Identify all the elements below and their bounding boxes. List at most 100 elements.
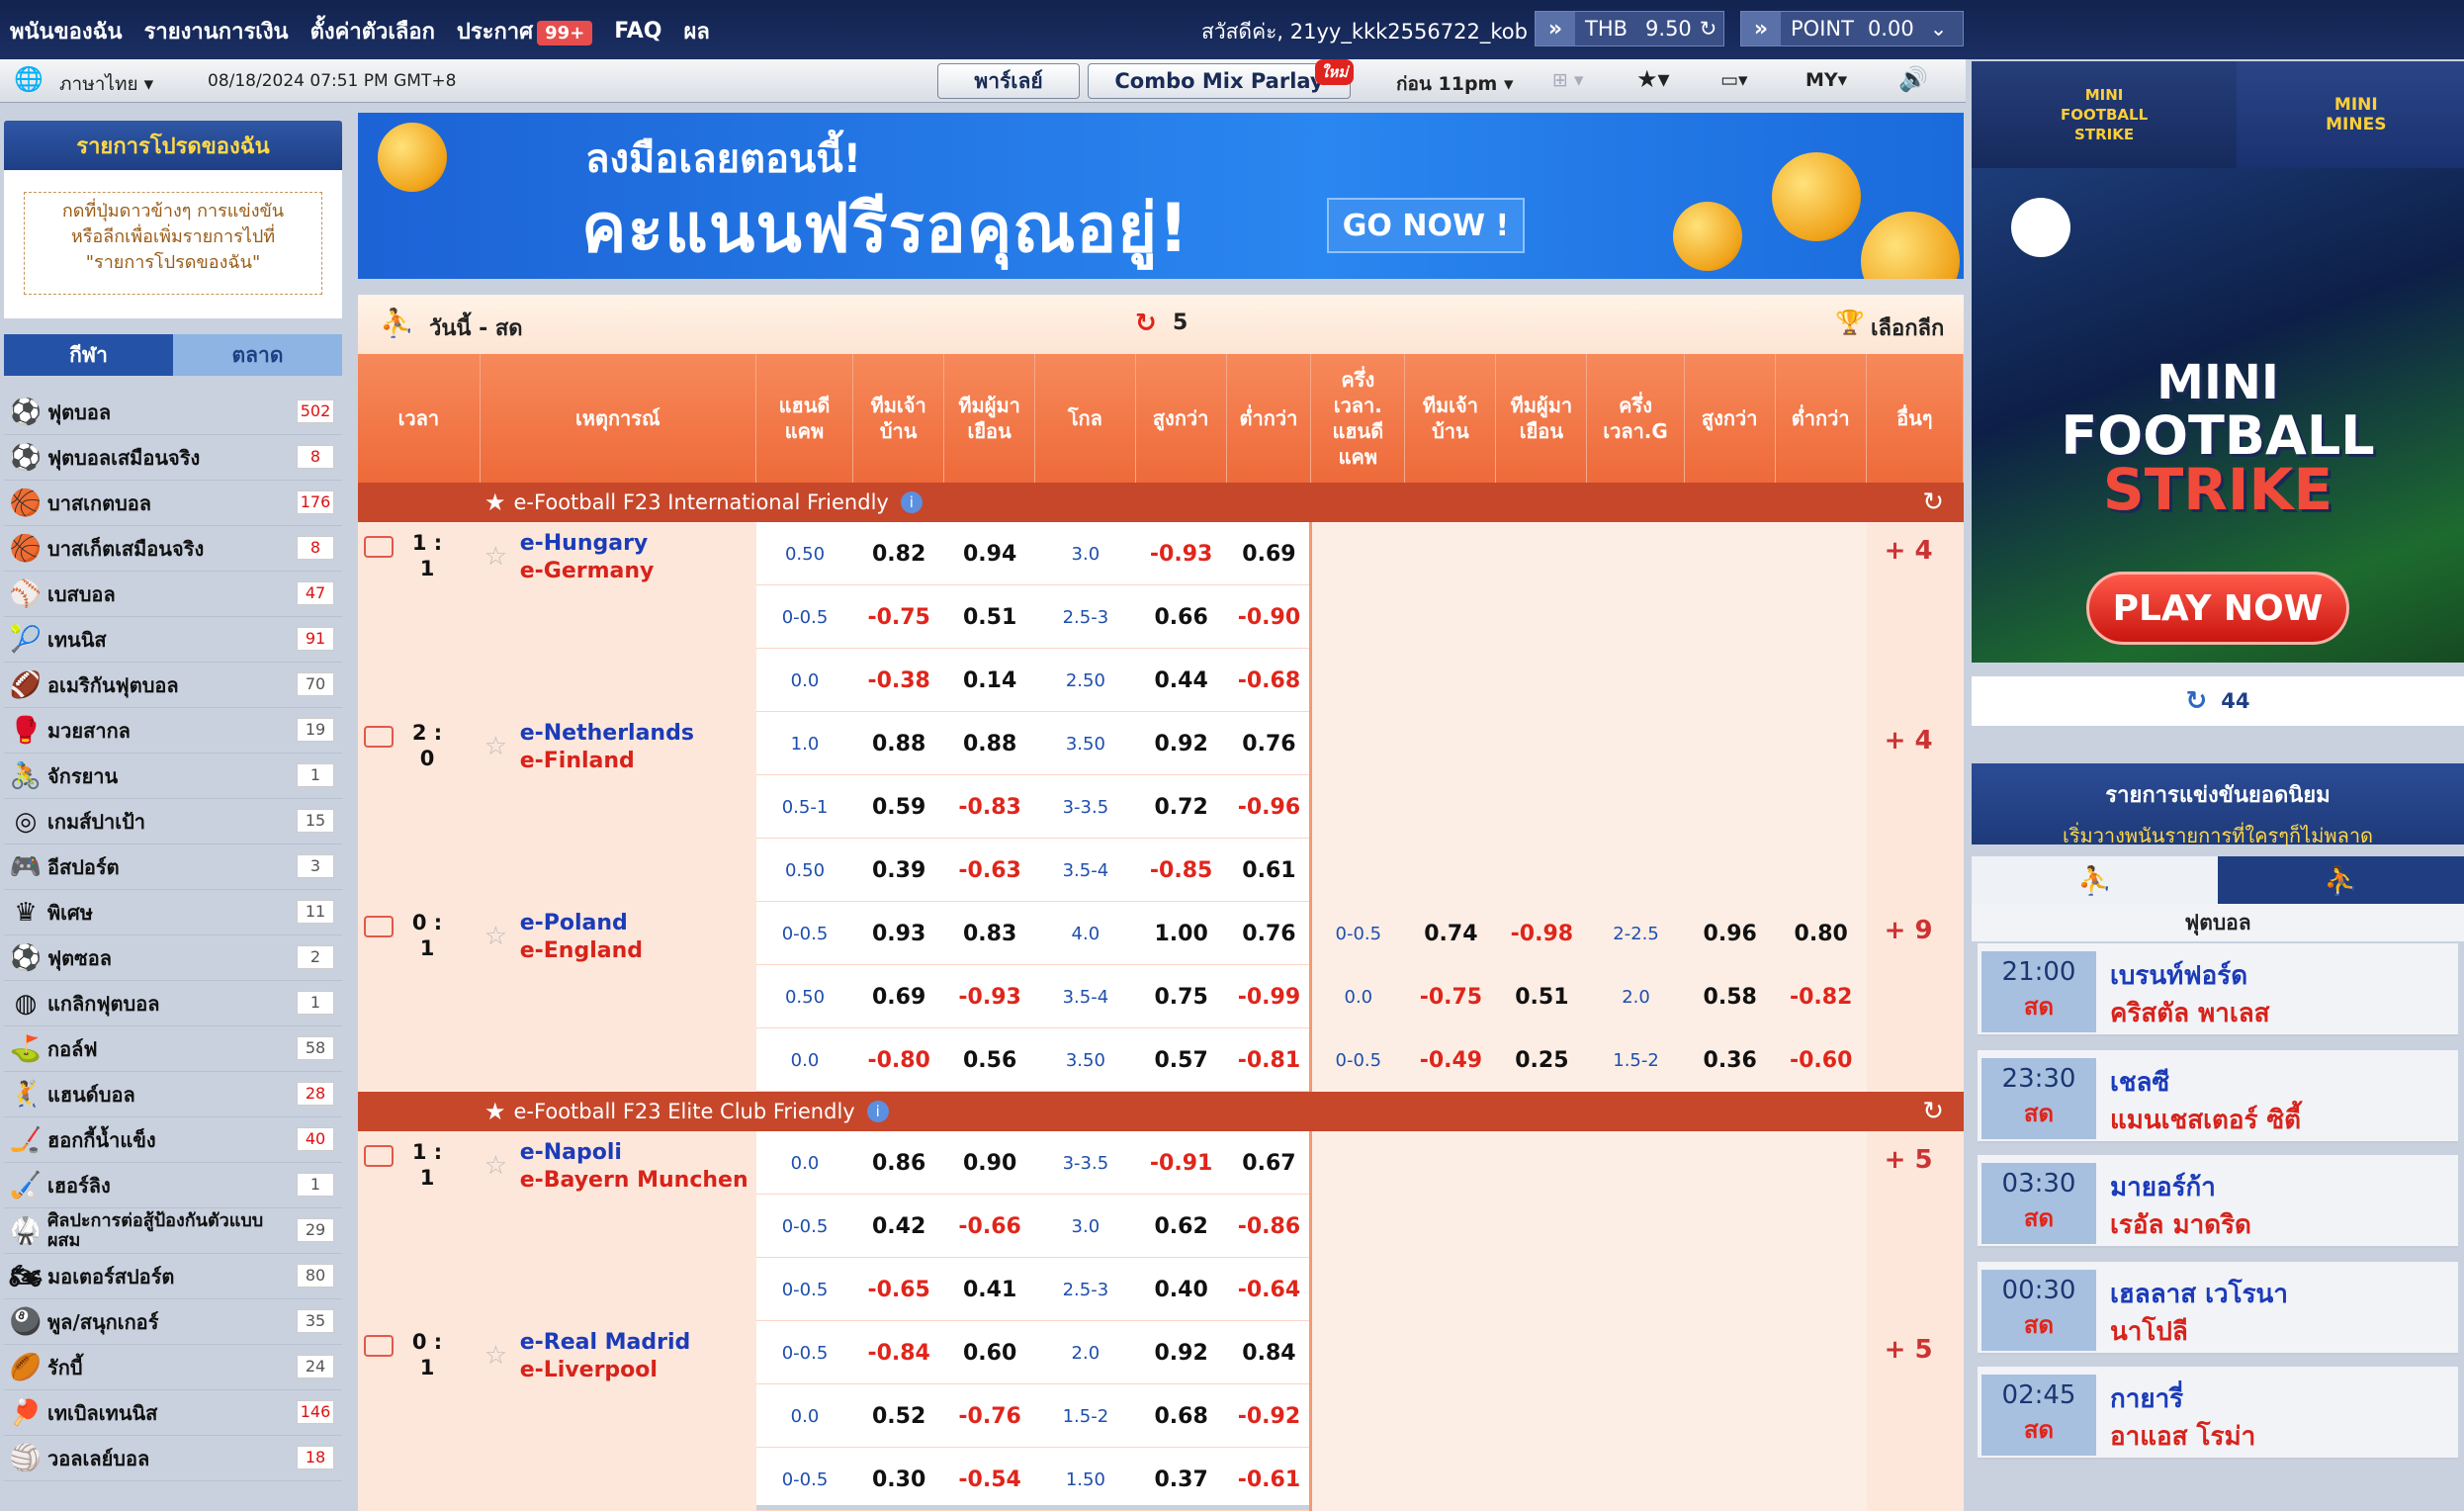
handicap-line[interactable]: 0.0: [756, 1131, 853, 1195]
odds-cell[interactable]: 0.72: [1136, 775, 1227, 839]
star-icon[interactable]: ☆: [484, 542, 507, 572]
odds-cell[interactable]: -0.54: [944, 1448, 1035, 1511]
odds-cell[interactable]: 0.88: [944, 712, 1035, 775]
sport-item[interactable]: 🎱 พูล/สนุกเกอร์ 35: [4, 1299, 342, 1345]
odds-cell[interactable]: -0.91: [1136, 1131, 1227, 1195]
odds-cell[interactable]: 0.92: [1136, 712, 1227, 775]
odds-cell[interactable]: -0.65: [853, 1258, 944, 1321]
tab-mini-mines[interactable]: MINI MINES: [2237, 61, 2464, 168]
favorites-star-icon[interactable]: ★▾: [1636, 65, 1670, 93]
menu-preferences[interactable]: ตั้งค่าตัวเลือก: [310, 14, 435, 48]
sport-item[interactable]: 🏉 รักบี้ 24: [4, 1345, 342, 1390]
match-teams[interactable]: e-Napoli e-Bayern Munchen: [520, 1139, 748, 1195]
star-icon[interactable]: ☆: [484, 1341, 507, 1371]
menu-results[interactable]: ผล: [684, 14, 710, 48]
handicap-line[interactable]: 0-0.5: [756, 1195, 853, 1258]
odds-cell[interactable]: 0.62: [1136, 1195, 1227, 1258]
odds-cell[interactable]: 0.42: [853, 1195, 944, 1258]
odds-cell[interactable]: 0.90: [944, 1131, 1035, 1195]
odds-cell[interactable]: -0.84: [853, 1321, 944, 1384]
odds-cell[interactable]: 1.00: [1136, 902, 1227, 965]
odds-cell[interactable]: 0.36: [1685, 1028, 1776, 1092]
handicap-line[interactable]: 0.0: [756, 649, 853, 712]
match-teams[interactable]: e-Hungary e-Germany: [520, 530, 655, 585]
odds-cell[interactable]: 0.88: [853, 712, 944, 775]
handicap-line[interactable]: 1.5-2: [1035, 1384, 1136, 1448]
odds-cell[interactable]: -0.93: [1136, 522, 1227, 585]
odds-cell[interactable]: -0.49: [1405, 1028, 1496, 1092]
more-bets-link[interactable]: + 9: [1885, 916, 1933, 945]
refresh-icon[interactable]: ↻: [1700, 17, 1717, 41]
handicap-line[interactable]: 2.50: [1035, 649, 1136, 712]
handicap-line[interactable]: 3-3.5: [1035, 1131, 1136, 1195]
star-icon[interactable]: ☆: [484, 922, 507, 951]
odds-cell[interactable]: -0.75: [853, 585, 944, 649]
handicap-line[interactable]: 0-0.5: [756, 1321, 853, 1384]
odds-cell[interactable]: 0.66: [1136, 585, 1227, 649]
odds-cell[interactable]: 0.76: [1227, 902, 1312, 965]
odds-cell[interactable]: 0.74: [1405, 902, 1496, 965]
league-header[interactable]: ★ e-Football F23 Elite Club Friendly i ↻: [358, 1092, 1964, 1131]
star-icon[interactable]: ☆: [484, 1151, 507, 1181]
odds-cell[interactable]: 0.76: [1227, 712, 1312, 775]
info-icon[interactable]: i: [866, 1101, 889, 1122]
odds-cell[interactable]: -0.83: [944, 775, 1035, 839]
odds-type-select[interactable]: MY▾: [1805, 69, 1847, 91]
sport-item[interactable]: ⚽ ฟุตซอล 2: [4, 935, 342, 981]
handicap-line[interactable]: 0-0.5: [756, 902, 853, 965]
odds-cell[interactable]: 0.96: [1685, 902, 1776, 965]
odds-cell[interactable]: -0.93: [944, 965, 1035, 1028]
tv-icon[interactable]: [364, 536, 394, 558]
game-promo[interactable]: MINI FOOTBALL STRIKE PLAY NOW: [1972, 168, 2464, 663]
sport-item[interactable]: 🏀 บาสเกตบอล 176: [4, 481, 342, 526]
odds-cell[interactable]: 0.82: [853, 522, 944, 585]
odds-cell[interactable]: -0.99: [1227, 965, 1312, 1028]
more-bets-link[interactable]: + 4: [1885, 726, 1933, 756]
handicap-line[interactable]: 1.0: [756, 712, 853, 775]
sport-item[interactable]: 🚴 จักรยาน 1: [4, 754, 342, 799]
select-league-button[interactable]: เลือกลีก: [1871, 311, 1944, 345]
sport-item[interactable]: 🏈 อเมริกันฟุตบอล 70: [4, 663, 342, 708]
handicap-line[interactable]: 3.50: [1035, 712, 1136, 775]
parlay-button[interactable]: พาร์เลย์: [937, 63, 1080, 99]
odds-cell[interactable]: 0.60: [944, 1321, 1035, 1384]
odds-cell[interactable]: 0.37: [1136, 1448, 1227, 1511]
odds-cell[interactable]: -0.96: [1227, 775, 1312, 839]
odds-cell[interactable]: 0.93: [853, 902, 944, 965]
handicap-line[interactable]: 0.0: [1311, 965, 1405, 1028]
menu-my-bets[interactable]: พนันของฉัน: [10, 14, 123, 48]
popular-match[interactable]: 03:30 สด มายอร์ก้า เรอัล มาดริด: [1978, 1155, 2458, 1248]
odds-cell[interactable]: 0.83: [944, 902, 1035, 965]
odds-cell[interactable]: 0.80: [1776, 902, 1867, 965]
play-now-button[interactable]: PLAY NOW: [2086, 572, 2349, 645]
odds-cell[interactable]: -0.85: [1136, 839, 1227, 902]
sport-item[interactable]: 🤾 แฮนด์บอล 28: [4, 1072, 342, 1117]
handicap-line[interactable]: 3.5-4: [1035, 839, 1136, 902]
refresh-icon[interactable]: ↻: [1922, 1097, 1944, 1126]
match-teams[interactable]: e-Netherlands e-Finland: [520, 720, 694, 775]
handicap-line[interactable]: 2.5-3: [1035, 1258, 1136, 1321]
handicap-line[interactable]: 3-3.5: [1035, 775, 1136, 839]
more-bets-link[interactable]: + 5: [1885, 1335, 1933, 1365]
odds-cell[interactable]: -0.75: [1405, 965, 1496, 1028]
odds-cell[interactable]: 0.44: [1136, 649, 1227, 712]
odds-cell[interactable]: 0.58: [1685, 965, 1776, 1028]
handicap-line[interactable]: 0-0.5: [1311, 902, 1405, 965]
handicap-line[interactable]: 0.5-1: [756, 775, 853, 839]
combo-mix-parlay-button[interactable]: Combo Mix Parlay: [1088, 63, 1351, 99]
popular-match[interactable]: 00:30 สด เฮลลาส เวโรนา นาโปลี: [1978, 1262, 2458, 1355]
match-teams[interactable]: e-Poland e-England: [520, 910, 643, 965]
tab-market[interactable]: ตลาด: [173, 334, 342, 376]
sport-item[interactable]: ⚽ ฟุตบอล 502: [4, 390, 342, 435]
handicap-line[interactable]: 2.0: [1035, 1321, 1136, 1384]
handicap-line[interactable]: 0-0.5: [756, 585, 853, 649]
league-header[interactable]: ★ e-Football F23 International Friendly i ↻: [358, 483, 1964, 522]
odds-cell[interactable]: -0.66: [944, 1195, 1035, 1258]
handicap-line[interactable]: 4.0: [1035, 902, 1136, 965]
view-toggle-icon[interactable]: ▭▾: [1720, 69, 1748, 91]
odds-cell[interactable]: 0.94: [944, 522, 1035, 585]
sport-item[interactable]: ⚾ เบสบอล 47: [4, 572, 342, 617]
popular-match[interactable]: 21:00 สด เบรนท์ฟอร์ด คริสตัล พาเลส: [1978, 943, 2458, 1036]
odds-cell[interactable]: -0.38: [853, 649, 944, 712]
odds-cell[interactable]: -0.90: [1227, 585, 1312, 649]
